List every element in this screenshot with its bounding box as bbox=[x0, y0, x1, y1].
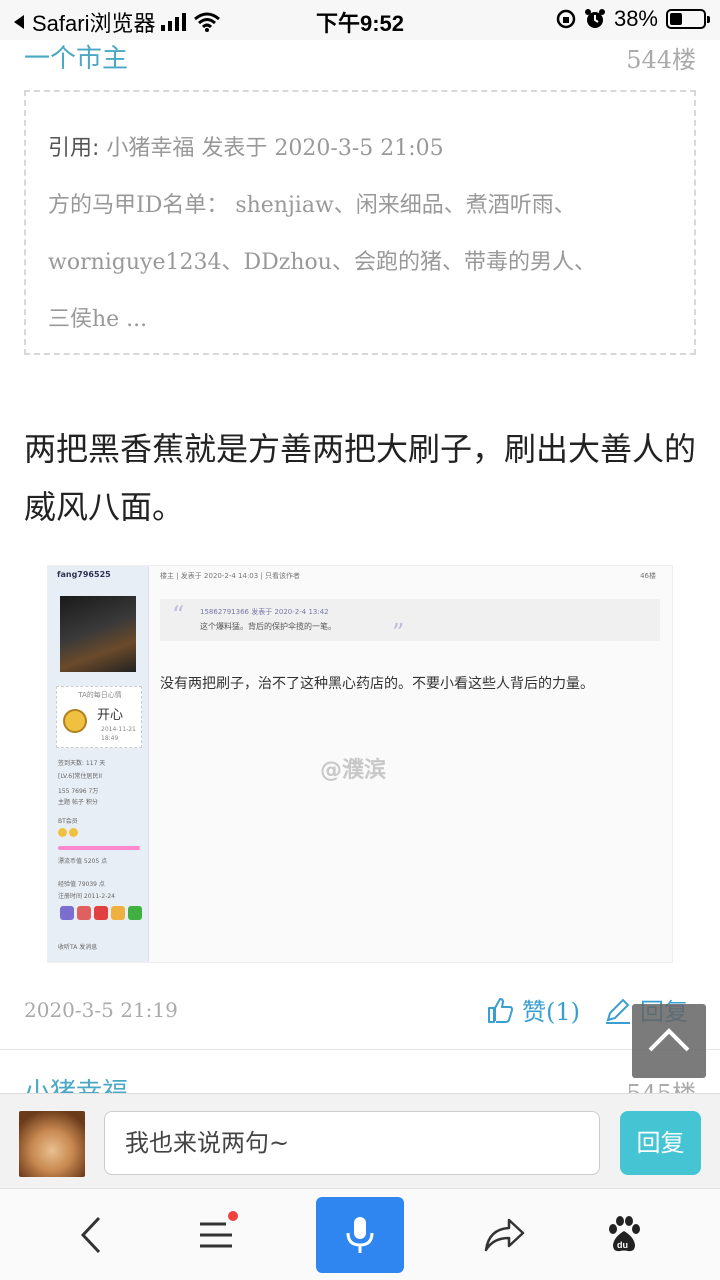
menu-icon bbox=[200, 1222, 232, 1248]
quote-line: 方的马甲ID名单： shenjiaw、闲来细品、煮酒听雨、 bbox=[48, 193, 576, 218]
image-coins: 漂流币值 5205 点 bbox=[58, 858, 108, 865]
image-progress-bar bbox=[58, 846, 140, 850]
send-reply-button[interactable]: 回复 bbox=[620, 1111, 701, 1175]
chevron-left-icon bbox=[80, 1216, 101, 1254]
post-author[interactable]: 一个市主 bbox=[24, 44, 128, 74]
svg-text:du: du bbox=[617, 1240, 628, 1250]
image-main: 楼主 | 发表于 2020-2-4 14:03 | 只看该作者 46楼 “ 15… bbox=[160, 566, 672, 962]
quote-source: 小猪幸福 发表于 2020-3-5 21:05 bbox=[99, 136, 444, 161]
comment-bar: 我也来说两句~ 回复 bbox=[0, 1093, 720, 1188]
voice-button[interactable] bbox=[316, 1197, 404, 1273]
image-quote: “ 15862791366 发表于 2020-2-4 13:42 这个爆料猛。背… bbox=[160, 599, 660, 647]
medal-icon bbox=[77, 906, 91, 920]
medal-icon bbox=[128, 906, 142, 920]
back-button[interactable] bbox=[48, 1197, 136, 1273]
image-username: fang796525 bbox=[57, 570, 111, 579]
image-badges bbox=[58, 828, 78, 839]
battery-level bbox=[670, 13, 682, 25]
share-icon bbox=[484, 1218, 525, 1252]
alarm-icon bbox=[584, 9, 605, 28]
image-mood-date: 2014-11-21 18:49 bbox=[101, 725, 136, 743]
chevron-up-icon bbox=[648, 1028, 690, 1052]
microphone-icon bbox=[346, 1217, 374, 1253]
image-exp: 经验值 79039 点 bbox=[58, 881, 105, 888]
medal-icon bbox=[94, 906, 108, 920]
quote-open-icon: “ bbox=[172, 601, 185, 629]
image-reg: 注册时间 2011-2-24 bbox=[58, 893, 115, 900]
image-group: BT会员 bbox=[58, 818, 78, 825]
badge-icon bbox=[68, 828, 78, 837]
image-meta: 楼主 | 发表于 2020-2-4 14:03 | 只看该作者 bbox=[160, 572, 301, 580]
comment-input[interactable]: 我也来说两句~ bbox=[104, 1111, 600, 1175]
thumbs-up-icon bbox=[488, 997, 513, 1023]
image-mood-title: TA的每日心情 bbox=[78, 691, 122, 699]
status-bar: Safari浏览器 下午9:52 38% bbox=[0, 0, 720, 40]
quote-line: 三侯he ... bbox=[48, 307, 148, 332]
quote-label: 引用: bbox=[48, 136, 100, 161]
smiley-icon bbox=[63, 709, 87, 733]
image-sign-days: 签到天数: 117 天 bbox=[58, 760, 106, 767]
like-button[interactable]: 赞(1) bbox=[486, 992, 580, 1027]
post-header: 一个市主 544楼 bbox=[24, 38, 696, 74]
share-button[interactable] bbox=[460, 1197, 548, 1273]
bottom-toolbar: du bbox=[0, 1188, 720, 1280]
post-footer: 2020-3-5 21:19 赞(1) 回复 bbox=[24, 990, 696, 1030]
image-stats-labels: 主题 帖子 积分 bbox=[58, 799, 98, 806]
image-mood-time: 18:49 bbox=[101, 735, 119, 742]
baidu-paw-icon: du bbox=[609, 1216, 640, 1252]
status-right: 38% bbox=[556, 6, 710, 32]
post-body: 两把黑香蕉就是方善两把大刷子，刷出大善人的威风八面。 bbox=[24, 430, 697, 526]
quote-line: worniguye1234、DDzhou、会跑的猪、带毒的男人、 bbox=[48, 250, 596, 275]
notification-dot bbox=[228, 1211, 238, 1221]
image-level: [LV.6]常住居民II bbox=[58, 773, 102, 780]
baidu-home-button[interactable]: du bbox=[580, 1197, 668, 1273]
image-avatar bbox=[60, 596, 136, 672]
quote-block: 引用: 小猪幸福 发表于 2020-3-5 21:05 方的马甲ID名单： sh… bbox=[24, 90, 696, 355]
image-stats: 155 7696 7万 bbox=[58, 788, 99, 795]
rotation-lock-icon bbox=[556, 9, 576, 29]
image-body: 没有两把刷子，治不了这种黑心药店的。不要小看这些人背后的力量。 bbox=[160, 676, 594, 692]
like-label: 赞(1) bbox=[522, 998, 580, 1026]
medal-icon bbox=[60, 906, 74, 920]
post-floor: 544楼 bbox=[626, 46, 696, 74]
image-mood-day: 2014-11-21 bbox=[101, 726, 136, 733]
pencil-icon bbox=[606, 998, 630, 1024]
image-actions: 收听TA 发消息 bbox=[58, 944, 98, 951]
quote-header: 引用: 小猪幸福 发表于 2020-3-5 21:05 bbox=[48, 120, 672, 177]
post-divider bbox=[0, 1049, 720, 1050]
image-watermark: @濮滨 bbox=[320, 758, 387, 783]
back-to-top-button[interactable] bbox=[632, 1004, 706, 1078]
image-mood: 开心 bbox=[97, 708, 124, 723]
image-floor: 46楼 bbox=[640, 572, 656, 580]
post-image[interactable]: fang796525 TA的每日心情 开心 2014-11-21 18:49 签… bbox=[47, 565, 673, 963]
image-mood-box: TA的每日心情 开心 2014-11-21 18:49 bbox=[56, 686, 142, 748]
medal-icon bbox=[111, 906, 125, 920]
battery-percent: 38% bbox=[613, 6, 658, 31]
badge-icon bbox=[58, 828, 67, 837]
battery-icon bbox=[666, 9, 710, 29]
menu-button[interactable] bbox=[172, 1197, 260, 1273]
user-avatar[interactable] bbox=[19, 1111, 85, 1177]
image-medal-icons bbox=[60, 906, 142, 920]
post-date: 2020-3-5 21:19 bbox=[24, 998, 178, 1022]
image-sidebar: fang796525 TA的每日心情 开心 2014-11-21 18:49 签… bbox=[48, 566, 149, 962]
image-quote-text: 这个爆料猛。背后的保护伞揽的一笔。 bbox=[200, 622, 336, 631]
image-quote-source: 15862791366 发表于 2020-2-4 13:42 bbox=[200, 608, 329, 616]
quote-close-icon: ” bbox=[392, 619, 405, 647]
